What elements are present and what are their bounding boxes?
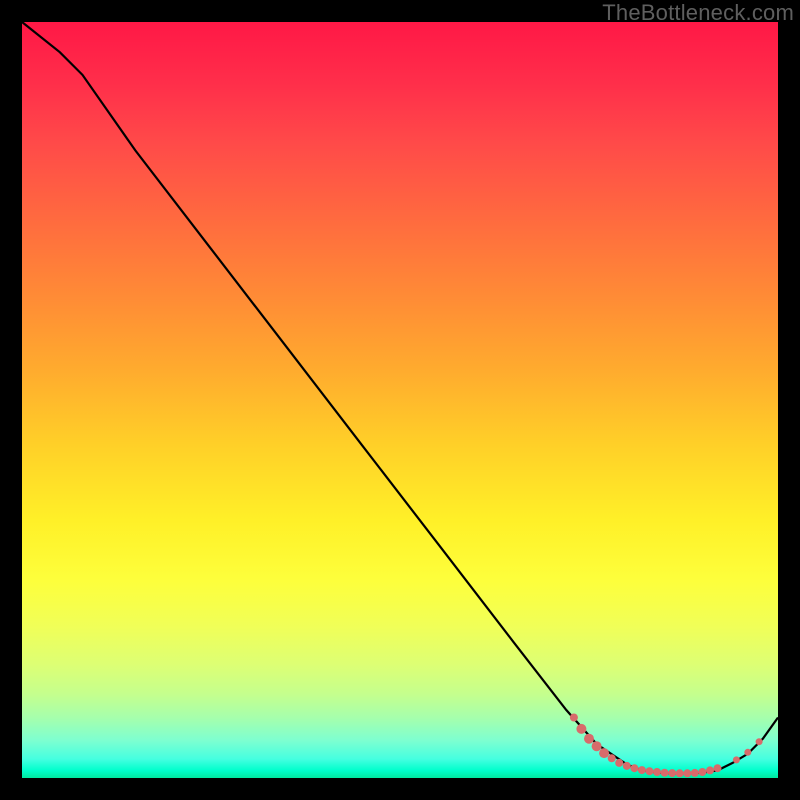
data-dot bbox=[599, 748, 609, 758]
data-dot bbox=[733, 756, 740, 763]
data-dot bbox=[592, 741, 602, 751]
chart-container: TheBottleneck.com bbox=[0, 0, 800, 800]
curve-svg bbox=[22, 22, 778, 778]
data-dot bbox=[698, 768, 706, 776]
data-dot bbox=[668, 769, 676, 777]
data-dot bbox=[714, 764, 722, 772]
data-dot bbox=[570, 714, 578, 722]
dot-cluster bbox=[570, 714, 763, 778]
data-dot bbox=[630, 764, 638, 772]
data-dot bbox=[584, 734, 594, 744]
data-dot bbox=[661, 769, 669, 777]
data-dot bbox=[691, 769, 699, 777]
data-dot bbox=[608, 754, 616, 762]
data-dot bbox=[638, 766, 646, 774]
data-dot bbox=[576, 724, 586, 734]
data-dot bbox=[653, 768, 661, 776]
data-dot bbox=[623, 762, 631, 770]
plot-area bbox=[22, 22, 778, 778]
bottleneck-curve bbox=[22, 22, 778, 774]
data-dot bbox=[676, 769, 684, 777]
data-dot bbox=[706, 766, 714, 774]
data-dot bbox=[683, 769, 691, 777]
data-dot bbox=[744, 749, 751, 756]
data-dot bbox=[615, 759, 623, 767]
data-dot bbox=[756, 738, 763, 745]
data-dot bbox=[646, 767, 654, 775]
